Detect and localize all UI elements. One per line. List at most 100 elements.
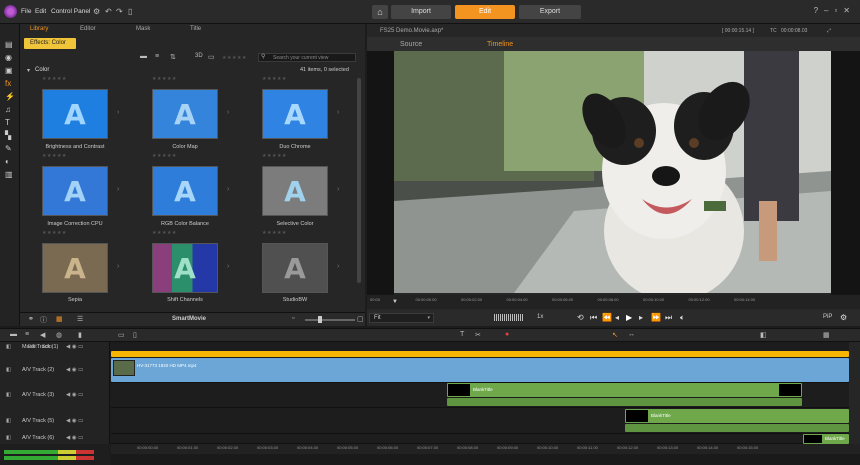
collapse-arrow-icon[interactable]: ▾ (27, 67, 30, 74)
export-button[interactable]: Export (519, 5, 581, 19)
player-ruler[interactable]: 00:00 00:00:00.00 00:00:02.00 00:00:04.00 00… (367, 295, 860, 309)
track-header[interactable]: A/V Track (2) ◀ ◉ ▭ ◧ (0, 358, 110, 383)
rating-filter[interactable]: ★★★★★ (222, 55, 247, 61)
smartmovie-label[interactable]: SmartMovie (172, 316, 206, 322)
track-controls-icon[interactable]: ◀ ◉ ▭ (66, 435, 83, 441)
folder-icon[interactable]: ▬ (140, 53, 147, 60)
link-icon[interactable]: ⚭ (28, 315, 34, 323)
effect-rating[interactable]: ★★★★★ (152, 230, 177, 236)
snap-icon[interactable]: ≡ (25, 331, 29, 338)
audio-icon[interactable]: ◀ (40, 331, 45, 339)
ripple-icon[interactable]: ◍ (56, 331, 62, 339)
video-preview[interactable] (394, 51, 831, 293)
tab-title[interactable]: Title (190, 26, 201, 32)
effect-rating[interactable]: ★★★★★ (42, 153, 67, 159)
info-icon[interactable]: ⓘ (40, 315, 47, 325)
text-icon[interactable]: T (5, 118, 10, 127)
split-icon[interactable]: ▭ (118, 331, 125, 339)
range-tool-icon[interactable]: ↔ (628, 331, 635, 338)
list-view-icon[interactable]: ≡ (155, 53, 159, 60)
record-icon[interactable]: ● (505, 331, 509, 338)
menu-edit[interactable]: Edit (35, 8, 46, 15)
home-button[interactable]: ⌂ (372, 5, 388, 19)
track-header[interactable]: A/V Track (5) ◀ ◉ ▭ ◧ (0, 409, 110, 434)
effect-thumbnail[interactable]: A (262, 166, 328, 216)
zoom-slider-handle[interactable] (318, 316, 322, 323)
project-icon[interactable]: ▣ (5, 66, 13, 75)
effect-thumbnail[interactable]: A (42, 243, 108, 293)
chevron-right-icon[interactable]: › (227, 186, 229, 193)
title-clip-3[interactable]: BlankTitle (803, 434, 849, 444)
effect-thumbnail[interactable]: A (42, 89, 108, 139)
step-forward-icon[interactable]: ▸ (639, 313, 643, 322)
title-clip-1[interactable]: BlankTitle (447, 383, 802, 397)
tab-library[interactable]: Library (30, 26, 48, 32)
marker-icon[interactable]: ▮ (78, 331, 82, 339)
media-icon[interactable]: ◉ (5, 53, 12, 62)
pip-button[interactable]: PiP (823, 314, 832, 320)
go-to-end-icon[interactable]: ⏭ (665, 313, 672, 323)
editing-mode-icon[interactable]: ◧ (760, 331, 767, 339)
speed-selector[interactable]: 1x (537, 314, 543, 320)
play-icon[interactable]: ▶ (626, 313, 632, 322)
track-header[interactable]: A/V Track (6) ◀ ◉ ▭ ◧ (0, 434, 110, 444)
video-clip[interactable]: HV-31773 1920 HD MP4.mp4 (111, 358, 849, 382)
track-lock-icon[interactable]: ◧ (6, 418, 11, 424)
chevron-right-icon[interactable]: › (337, 109, 339, 116)
chevron-right-icon[interactable]: › (117, 263, 119, 270)
menu-control-panel[interactable]: Control Panel (51, 8, 90, 15)
document-icon[interactable]: ▯ (128, 7, 132, 16)
zoom-tool-icon[interactable]: ▦ (823, 331, 830, 339)
effect-thumbnail[interactable]: A (152, 166, 218, 216)
zoom-slider[interactable] (305, 319, 355, 321)
settings-icon[interactable]: ⚙ (93, 7, 100, 16)
volume-icon[interactable]: 🔈︎ (680, 313, 685, 323)
chevron-right-icon[interactable]: › (337, 186, 339, 193)
effect-thumbnail[interactable]: A (262, 89, 328, 139)
library-scrollbar[interactable] (357, 78, 361, 283)
chevron-right-icon[interactable]: › (227, 263, 229, 270)
timeline-vertical-scrollbar[interactable] (849, 342, 860, 444)
track-controls-icon[interactable]: ◀ ◉ ▭ (66, 367, 83, 373)
search-input[interactable]: Search your current view (258, 53, 356, 62)
sound-icon[interactable]: ◐ (5, 157, 10, 166)
effect-thumbnail[interactable]: A (42, 166, 108, 216)
fit-dropdown[interactable]: Fit ▾ (369, 313, 434, 323)
settings-gear-icon[interactable]: ⚙ (840, 313, 847, 322)
previous-frame-icon[interactable]: ⏪ (602, 313, 612, 322)
fullscreen-icon[interactable]: ⤢ (827, 28, 831, 34)
effects-icon[interactable]: fx (5, 79, 11, 88)
tab-mask[interactable]: Mask (136, 26, 150, 32)
track-lock-icon[interactable]: ◧ (6, 435, 11, 441)
import-button[interactable]: Import (391, 5, 451, 19)
effect-rating[interactable]: ★★★★★ (262, 153, 287, 159)
scissors-icon[interactable]: ✂ (475, 331, 481, 339)
sort-icon[interactable]: ⇅ (170, 53, 176, 61)
track-settings-icon[interactable]: ▬ (10, 331, 17, 338)
select-tool-icon[interactable]: ↖ (612, 331, 618, 339)
collection-chip[interactable]: Effects: Color (24, 38, 76, 49)
effect-thumbnail[interactable]: A (262, 243, 328, 293)
effect-rating[interactable]: ★★★★★ (262, 76, 287, 82)
montage-icon[interactable]: ▚ (5, 131, 11, 140)
effect-rating[interactable]: ★★★★★ (152, 153, 177, 159)
chevron-right-icon[interactable]: › (337, 263, 339, 270)
track-controls-icon[interactable]: ◀ ◉ ▭ (66, 392, 83, 398)
chevron-right-icon[interactable]: › (117, 186, 119, 193)
undo-icon[interactable]: ↶ (105, 7, 112, 16)
menu-file[interactable]: File (21, 8, 31, 15)
zoom-out-icon[interactable]: ▫ (292, 315, 294, 322)
effect-rating[interactable]: ★★★★★ (152, 76, 177, 82)
zoom-in-icon[interactable]: ▢ (357, 315, 364, 323)
effect-rating[interactable]: ★★★★★ (262, 230, 287, 236)
track-lock-icon[interactable]: ◧ (6, 367, 11, 373)
menu-icon[interactable]: ☰ (77, 315, 83, 323)
chevron-right-icon[interactable]: › (227, 109, 229, 116)
step-back-icon[interactable]: ◂ (615, 313, 619, 322)
playhead-icon[interactable]: ▼ (392, 299, 398, 305)
shuttle-control[interactable] (494, 314, 524, 321)
window-controls[interactable]: ?–▫✕ (814, 6, 856, 15)
title-clip-2-audio[interactable] (625, 424, 849, 432)
music-icon[interactable]: ♫ (5, 105, 11, 114)
loop-icon[interactable]: ⟲ (577, 313, 584, 322)
